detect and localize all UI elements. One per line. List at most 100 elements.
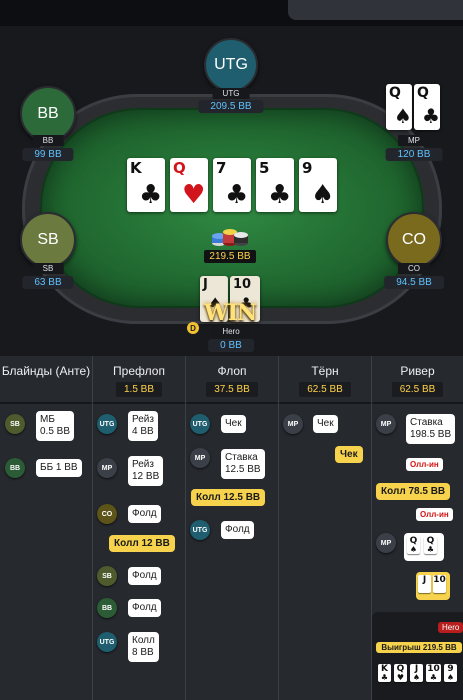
winning-card-suit: ♥ (396, 673, 405, 682)
action-bubble: Фолд (128, 567, 161, 585)
board-card: 9 ♠ (299, 158, 337, 212)
dealer-button: D (187, 322, 199, 334)
seat-sb-stack: 63 BB (22, 276, 74, 289)
action-bubble: Колл 8 BB (128, 632, 159, 662)
action-bubble: Ставка 198.5 BB (406, 414, 456, 444)
chip-stack-icon (212, 229, 248, 246)
top-bar (0, 0, 463, 26)
street-title: Флоп (217, 364, 247, 378)
hero-card-rank: J (203, 277, 208, 292)
board-card-suit: ♣ (268, 180, 292, 210)
seat-utg-avatar[interactable]: UTG (204, 38, 258, 92)
hero-action-bubble: Колл 12.5 BB (191, 489, 266, 506)
street-pot: 1.5 BB (115, 382, 163, 397)
position-icon-utg: UTG (190, 414, 210, 434)
win-badge: WIN (204, 300, 257, 326)
pot-amount: 219.5 BB (204, 250, 256, 263)
seat-utg[interactable]: UTG UTG 209.5 BB (198, 38, 264, 113)
position-icon-mp: MP (283, 414, 303, 434)
seat-co[interactable]: CO CO 94.5 BB (384, 212, 444, 289)
street-header-turn: Тёрн 62.5 BB (279, 356, 371, 402)
position-icon-mp: MP (376, 414, 396, 434)
board-card-suit: ♠ (311, 180, 335, 210)
position-icon-bb: BB (5, 458, 25, 478)
showdown-card: Q ♣ (424, 536, 437, 554)
street-header-blinds: Блайнды (Анте) (0, 356, 92, 402)
street-header-river: Ривер 62.5 BB (372, 356, 463, 402)
position-icon-mp: MP (97, 458, 117, 478)
street-header-flop: Флоп 37.5 BB (186, 356, 278, 402)
column-divider (185, 356, 186, 700)
action-bubble: Ставка 12.5 BB (221, 449, 265, 479)
seat-mp-stack: 120 BB (385, 148, 443, 161)
action-bubble: Рейз 12 BB (128, 456, 164, 486)
seat-bb[interactable]: BB BB 99 BB (18, 86, 78, 161)
action-bubble: Фолд (128, 599, 161, 617)
board-card-rank: Q (173, 159, 186, 177)
winning-card: 10 ♣ (426, 664, 441, 682)
seat-sb[interactable]: SB SB 63 BB (18, 212, 78, 289)
winning-card: J ♠ (410, 664, 423, 682)
showdown-card: Q ♠ (407, 536, 420, 554)
street-title: Ривер (400, 364, 435, 378)
top-tab (288, 0, 463, 20)
allin-tag: Олл-ин (406, 458, 443, 471)
winning-card-suit: ♠ (446, 673, 455, 682)
hero-action-bubble: Колл 12 BB (109, 535, 175, 552)
seat-bb-stack: 99 BB (22, 148, 74, 161)
allin-tag: Олл-ин (416, 508, 453, 521)
action-bubble: МБ 0.5 BB (36, 411, 75, 441)
street-pot: 62.5 BB (299, 382, 351, 397)
hero-action-bubble: Чек (335, 446, 363, 463)
position-icon-utg: UTG (97, 414, 117, 434)
hero-result-tag: Hero (438, 622, 463, 633)
board-card: 7 ♣ (213, 158, 251, 212)
seat-sb-avatar[interactable]: SB (20, 212, 76, 268)
winning-card-suit: ♣ (380, 673, 389, 682)
board-card: K ♣ (127, 158, 165, 212)
column-divider (278, 356, 279, 700)
board-card-rank: 9 (302, 159, 313, 177)
seat-co-avatar[interactable]: CO (386, 212, 442, 268)
seat-sb-name: SB (32, 263, 64, 274)
seat-co-name: CO (398, 263, 430, 274)
mp-card-suit: ♠ (394, 104, 412, 128)
action-bubble: ББ 1 BB (36, 459, 82, 477)
mp-card-suit: ♣ (422, 104, 440, 128)
column-divider (92, 356, 93, 700)
position-icon-mp: MP (376, 533, 396, 553)
street-pot: 62.5 BB (391, 382, 444, 397)
seat-hero-name: Hero (212, 326, 250, 337)
position-icon-utg: UTG (190, 520, 210, 540)
street-title: Блайнды (Анте) (1, 364, 91, 378)
board-card: Q ♥ (170, 158, 208, 212)
seat-bb-name: BB (32, 135, 64, 146)
winning-card: Q ♥ (394, 664, 407, 682)
mp-hole-card: Q ♠ (386, 84, 412, 130)
street-header-preflop: Префлоп 1.5 BB (93, 356, 185, 402)
action-bubble: Чек (221, 415, 246, 433)
hero-action-bubble: Колл 78.5 BB (376, 483, 451, 500)
winning-card: K ♣ (378, 664, 391, 682)
board-card-rank: 5 (259, 159, 270, 177)
winning-card: 9 ♠ (444, 664, 457, 682)
action-bubble: Чек (313, 415, 338, 433)
seat-utg-name: UTG (212, 88, 250, 99)
position-icon-utg: UTG (97, 632, 117, 652)
showdown-card: 10 (433, 575, 446, 593)
win-amount: Выигрыш 219.5 BB (376, 642, 462, 653)
street-title: Префлоп (113, 364, 165, 378)
board-card-suit: ♣ (139, 180, 163, 210)
seat-bb-avatar[interactable]: BB (20, 86, 76, 142)
mp-card-rank: Q (417, 85, 429, 101)
street-title: Тёрн (311, 364, 339, 378)
board-card: 5 ♣ (256, 158, 294, 212)
street-pot: 37.5 BB (206, 382, 258, 397)
position-icon-mp: MP (190, 448, 210, 468)
position-icon-bb: BB (97, 598, 117, 618)
board-card-suit: ♣ (225, 180, 249, 210)
position-icon-sb: SB (97, 566, 117, 586)
seat-mp-name: MP (398, 135, 430, 146)
position-icon-sb: SB (5, 414, 25, 434)
winning-card-suit: ♠ (412, 673, 421, 682)
